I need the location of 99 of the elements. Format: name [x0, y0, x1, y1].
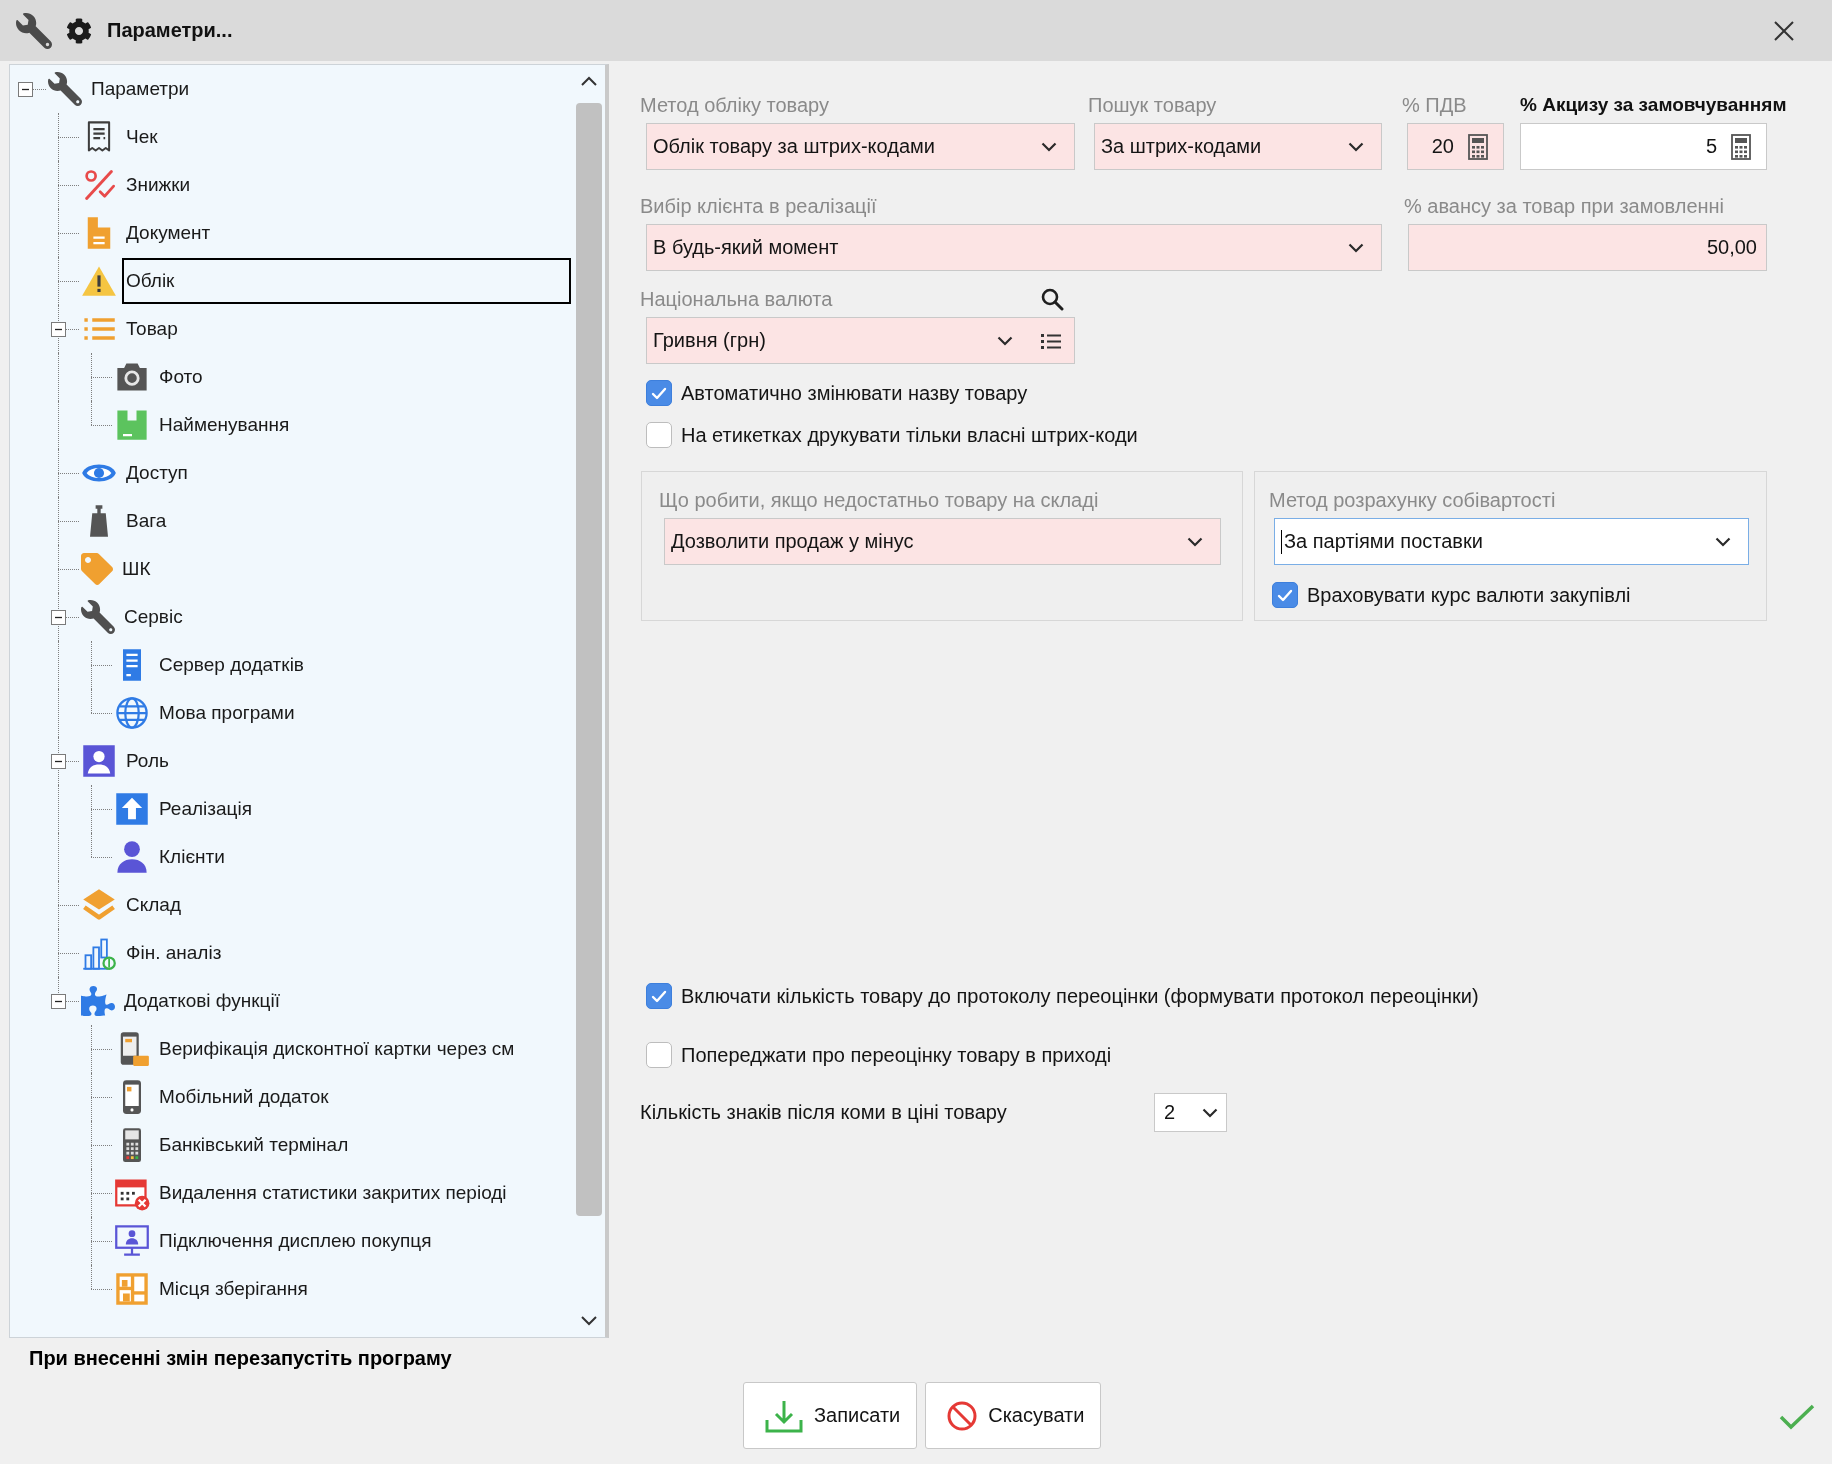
tree-item[interactable]: Підключення дисплею покупця — [155, 1218, 437, 1264]
tag-icon — [81, 553, 113, 585]
tree-item[interactable]: Чек — [122, 114, 163, 160]
tree-item[interactable]: Реалізація — [155, 786, 257, 832]
tree-item[interactable]: Знижки — [122, 162, 196, 208]
collapse-icon[interactable] — [51, 610, 66, 625]
search-icon[interactable] — [1040, 287, 1064, 311]
field-label: Пошук товару — [1088, 93, 1217, 117]
wrench-icon — [16, 12, 52, 49]
tree-item[interactable]: Фін. аналіз — [122, 930, 227, 976]
tree-item[interactable]: Вага — [122, 498, 172, 544]
window-title: Параметри... — [107, 19, 233, 42]
checkbox[interactable] — [646, 983, 672, 1009]
checkmark-icon — [1779, 1403, 1815, 1431]
collapse-icon[interactable] — [51, 754, 66, 769]
calculator-icon[interactable] — [1731, 133, 1751, 160]
tree-item[interactable]: Клієнти — [155, 834, 230, 880]
dropdown[interactable]: Гривня (грн) — [646, 317, 1075, 364]
chevron-down-icon — [1348, 242, 1364, 253]
tree-item[interactable]: Товар — [122, 306, 183, 352]
tree-item[interactable]: Найменування — [155, 402, 295, 448]
dropdown[interactable]: За партіями поставки — [1274, 518, 1749, 565]
chevron-down-icon — [997, 335, 1013, 346]
number-field[interactable]: 5 — [1520, 123, 1767, 170]
field-label: % Акцизу за замовчуванням — [1520, 93, 1787, 117]
chevron-down-icon — [1715, 536, 1731, 547]
checkmark-icon — [651, 989, 667, 1003]
puzzle-icon — [81, 984, 115, 1018]
user-icon — [114, 839, 150, 875]
scroll-down-icon[interactable] — [580, 1315, 598, 1326]
scroll-up-icon[interactable] — [580, 76, 598, 87]
number-field[interactable]: 20 — [1407, 123, 1504, 170]
layers-icon — [81, 887, 117, 923]
chevron-down-icon — [1202, 1107, 1218, 1118]
tree-item[interactable]: Мова програми — [155, 690, 300, 736]
settings-icon — [66, 17, 92, 44]
dropdown[interactable]: Дозволити продаж у мінус — [664, 518, 1221, 565]
field-label: Вибір клієнта в реалізації — [640, 194, 877, 218]
globe-icon — [114, 695, 150, 731]
tree-item[interactable]: Додаткові функції — [120, 978, 285, 1024]
tree-item[interactable]: Параметри — [87, 66, 195, 112]
checkmark-icon — [1277, 588, 1293, 602]
wrench-icon — [81, 600, 115, 634]
tree-item[interactable]: Видалення статистики закритих періоді — [155, 1170, 512, 1216]
list-icon[interactable] — [1040, 331, 1062, 350]
box-icon — [114, 407, 150, 443]
checkbox-label: Автоматично змінювати назву товару — [681, 381, 1028, 405]
checkbox-label: Враховувати курс валюти закупівлі — [1307, 583, 1631, 607]
restart-note: При внесенні змін перезапустіть програму — [29, 1346, 452, 1370]
dropdown[interactable]: Облік товару за штрих-кодами — [646, 123, 1075, 170]
user-icon — [81, 743, 117, 779]
tree-item[interactable]: Мобільний додаток — [155, 1074, 334, 1120]
tree-item[interactable]: Доступ — [122, 450, 193, 496]
chevron-down-icon — [1187, 536, 1203, 547]
dropdown[interactable]: За штрих-кодами — [1094, 123, 1382, 170]
shelves-icon — [114, 1271, 150, 1307]
tree-item[interactable]: Фото — [155, 354, 208, 400]
calculator-icon[interactable] — [1468, 133, 1488, 160]
tree-item[interactable]: Верифікація дисконтної картки через см — [155, 1026, 520, 1072]
input-field[interactable]: 50,00 — [1408, 224, 1767, 271]
tree-item[interactable]: Сервер додатків — [155, 642, 309, 688]
tree-item[interactable]: Склад — [122, 882, 186, 928]
collapse-icon[interactable] — [18, 82, 33, 97]
group-title: Що робити, якщо недостатньо товару на складі — [659, 488, 1099, 512]
checkbox[interactable] — [646, 1042, 672, 1068]
dropdown[interactable]: 2 — [1154, 1093, 1227, 1132]
chevron-down-icon — [1041, 141, 1057, 152]
monitor-icon — [114, 1223, 150, 1259]
tree-item[interactable]: Облік — [122, 258, 571, 304]
field-label: % ПДВ — [1402, 93, 1467, 117]
checkbox-label: Включати кількість товару до протоколу переоцінки (формувати протокол переоцінки) — [681, 984, 1479, 1008]
tree-item[interactable]: Документ — [122, 210, 216, 256]
field-label: Національна валюта — [640, 287, 833, 311]
save-button[interactable]: Записати — [743, 1382, 918, 1449]
group-title: Метод розрахунку собівартості — [1269, 488, 1556, 512]
tree-item[interactable]: Роль — [122, 738, 174, 784]
cancel-icon — [946, 1399, 979, 1432]
wrench-icon — [48, 72, 82, 106]
collapse-icon[interactable] — [51, 322, 66, 337]
dropdown[interactable]: В будь-який момент — [646, 224, 1382, 271]
tree-item[interactable]: Місця зберігання — [155, 1266, 313, 1312]
collapse-icon[interactable] — [51, 994, 66, 1009]
field-label: % авансу за товар при замовленні — [1404, 194, 1725, 218]
checkbox[interactable] — [1272, 582, 1298, 608]
checkbox-label: На етикетках друкувати тільки власні штрих-коди — [681, 423, 1138, 447]
checkbox-label: Попереджати про переоцінку товару в приході — [681, 1043, 1112, 1067]
chevron-down-icon — [1348, 141, 1364, 152]
arrow-up-icon — [114, 791, 150, 827]
checkbox[interactable] — [646, 380, 672, 406]
field-label: Метод обліку товару — [640, 93, 829, 117]
cancel-button[interactable]: Скасувати — [925, 1382, 1102, 1449]
checkmark-icon — [651, 386, 667, 400]
field-label: Кількість знаків після коми в ціні товару — [640, 1101, 1007, 1123]
text-cursor-icon — [1281, 529, 1282, 554]
tree-item[interactable]: Банківський термінал — [155, 1122, 354, 1168]
tree-item[interactable]: Сервіс — [120, 594, 188, 640]
scrollbar-thumb[interactable] — [576, 103, 602, 1216]
checkbox[interactable] — [646, 422, 672, 448]
tree-item[interactable]: ШК — [118, 546, 156, 592]
